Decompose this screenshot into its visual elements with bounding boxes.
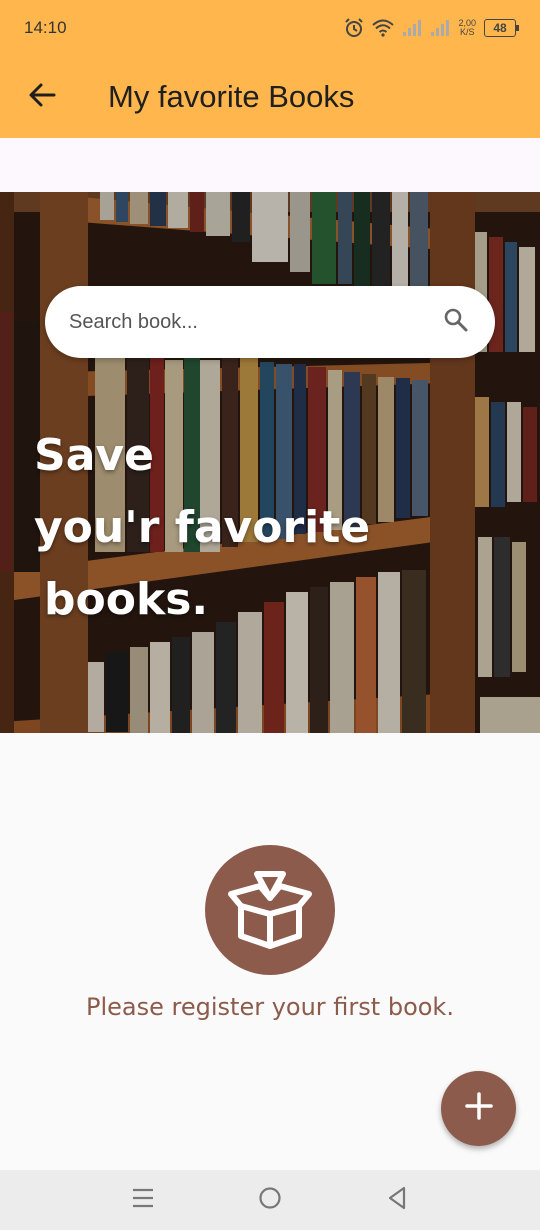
plus-icon bbox=[464, 1091, 494, 1126]
app-bar: My favorite Books bbox=[0, 56, 540, 138]
search-icon[interactable] bbox=[443, 307, 469, 338]
empty-state-message: Please register your first book. bbox=[86, 993, 454, 1021]
empty-state: Please register your first book. bbox=[0, 845, 540, 1021]
battery-icon: 48 bbox=[484, 19, 519, 37]
hero-line-3: books. bbox=[44, 574, 209, 625]
hero-line-2: you'r favorite bbox=[34, 502, 371, 553]
speed-unit: K/S bbox=[459, 27, 475, 37]
recent-apps-button[interactable] bbox=[113, 1170, 173, 1230]
status-time: 14:10 bbox=[24, 18, 67, 37]
arrow-left-icon bbox=[28, 81, 56, 114]
signal-icon-2 bbox=[430, 19, 450, 37]
system-back-button[interactable] bbox=[367, 1170, 427, 1230]
alarm-icon bbox=[344, 18, 364, 38]
system-nav-bar bbox=[0, 1170, 540, 1230]
search-input[interactable] bbox=[69, 310, 429, 334]
status-bar: 14:10 2,00 K/S 48 bbox=[0, 0, 540, 56]
back-triangle-icon bbox=[387, 1186, 407, 1215]
open-box-icon bbox=[205, 845, 335, 975]
hero-tagline: Save you'r favorite books. bbox=[34, 420, 370, 636]
home-circle-icon bbox=[258, 1186, 282, 1215]
status-icons: 2,00 K/S 48 bbox=[344, 18, 519, 38]
wifi-icon bbox=[372, 19, 395, 37]
hero-banner: Save you'r favorite books. bbox=[0, 192, 540, 733]
battery-level: 48 bbox=[493, 21, 507, 35]
back-button[interactable] bbox=[0, 56, 84, 138]
network-speed: 2,00 K/S bbox=[458, 19, 476, 37]
spacer bbox=[0, 138, 540, 192]
menu-icon bbox=[132, 1188, 154, 1213]
home-button[interactable] bbox=[240, 1170, 300, 1230]
signal-icon bbox=[402, 19, 422, 37]
search-bar[interactable] bbox=[45, 286, 495, 358]
hero-line-1: Save bbox=[34, 430, 154, 481]
page-title: My favorite Books bbox=[108, 79, 355, 114]
add-book-button[interactable] bbox=[441, 1071, 516, 1146]
